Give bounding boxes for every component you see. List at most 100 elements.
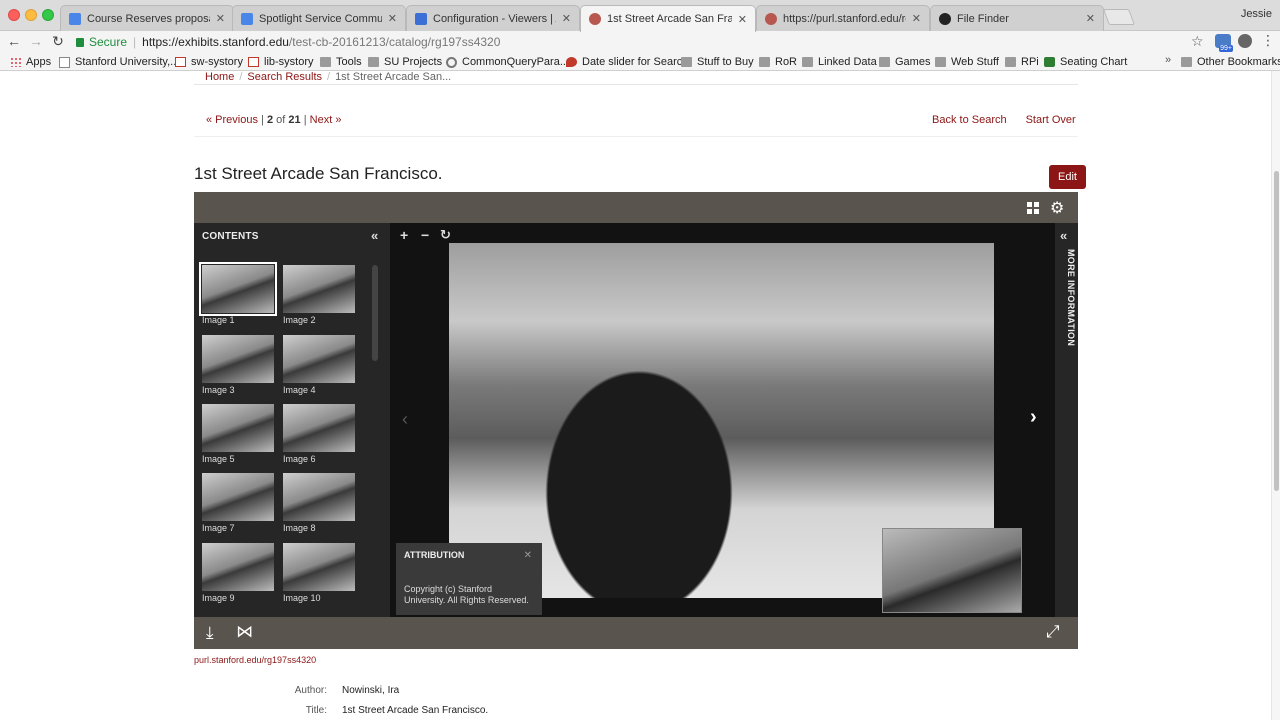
github-icon [939,12,951,25]
grid-view-icon[interactable] [1027,202,1039,214]
maximize-window-button[interactable] [42,9,54,21]
zoom-in-icon[interactable]: + [400,227,408,243]
thumbnail-label: Image 4 [283,385,316,395]
bookmarks-overflow-button[interactable]: » [1165,54,1171,66]
tab-close-icon[interactable]: ✕ [388,12,397,25]
browser-tab[interactable]: Course Reserves proposal - G ✕ [60,5,234,31]
bookmark-apps[interactable]: Apps [10,54,51,70]
back-to-search-link[interactable]: Back to Search [932,114,1007,126]
bookmark-label: lib-systory [264,56,314,68]
tab-close-icon[interactable]: ✕ [912,12,921,25]
sheet-icon [1044,57,1055,67]
breadcrumb: Home / Search Results / 1st Street Arcade Sa… [205,71,451,83]
contents-title: CONTENTS [202,231,259,242]
tab-close-icon[interactable]: ✕ [1086,12,1095,25]
bookmark-label: RoR [775,56,798,68]
contents-panel: CONTENTS « Image 1 Image 2 Image 3 Image… [194,223,390,617]
zoom-out-icon[interactable]: − [421,227,429,243]
browser-tab[interactable]: https://purl.stanford.edu/rg19 ✕ [756,5,930,31]
start-over-link[interactable]: Start Over [1026,114,1076,126]
other-bookmarks[interactable]: Other Bookmarks [1181,54,1280,70]
metadata-value: 1st Street Arcade San Francisco. [342,705,489,716]
purl-link[interactable]: purl.stanford.edu/rg197ss4320 [194,655,316,665]
close-icon[interactable]: ✕ [524,550,532,561]
fullscreen-icon[interactable]: ⤢ [1046,622,1060,642]
browser-tab[interactable]: File Finder ✕ [930,5,1104,31]
next-image-icon[interactable]: › [1030,406,1037,429]
browser-tab[interactable]: Spotlight Service Community ✕ [232,5,406,31]
image-canvas[interactable]: + − ↻ ‹ › ATTRIBUTION ✕ Copyright (c) St… [390,223,1055,617]
thumbnail-item[interactable]: Image 5 [202,404,274,464]
edit-button[interactable]: Edit [1049,165,1086,189]
reload-icon[interactable]: ↻ [49,32,67,50]
expand-left-icon[interactable]: « [1060,228,1067,243]
bookmark-item[interactable]: sw-systory [175,54,243,70]
thumbnail-item[interactable]: Image 4 [283,335,355,395]
share-icon[interactable]: ⋈ [236,622,253,642]
more-information-label[interactable]: MORE INFORMATION [1056,249,1076,346]
bookmark-folder[interactable]: Web Stuff [935,54,999,70]
bookmark-folder[interactable]: Stuff to Buy [681,54,754,70]
breadcrumb-home-link[interactable]: Home [205,71,234,83]
profile-button[interactable]: Jessie [1241,8,1272,20]
tab-label: 1st Street Arcade San Francisc [607,13,732,25]
tab-close-icon[interactable]: ✕ [216,12,225,25]
previous-image-icon[interactable]: ‹ [402,409,408,430]
bookmark-star-icon[interactable]: ☆ [1191,33,1204,50]
bookmark-item[interactable]: Seating Chart [1044,54,1127,70]
gear-icon[interactable]: ⚙ [1050,198,1064,218]
collapse-left-icon[interactable]: « [371,228,378,243]
bookmark-item[interactable]: lib-systory [248,54,314,70]
thumbnail-label: Image 2 [283,315,316,325]
bookmark-folder[interactable]: RPi [1005,54,1039,70]
breadcrumb-search-results-link[interactable]: Search Results [247,71,322,83]
thumbnail-item[interactable]: Image 1 [199,262,277,325]
contents-scrollbar[interactable] [372,265,378,361]
extension-badge: 99+ [1219,45,1233,52]
previous-link[interactable]: « Previous [206,114,258,126]
thumbnail-item[interactable]: Image 2 [283,265,355,325]
thumbnail-item[interactable]: Image 8 [283,473,355,533]
close-window-button[interactable] [8,9,20,21]
thumbnail-item[interactable]: Image 3 [202,335,274,395]
tab-close-icon[interactable]: ✕ [738,13,747,26]
bookmark-folder[interactable]: RoR [759,54,797,70]
thumbnail-image [202,543,274,591]
bookmark-item[interactable]: Date slider for Searc... [566,54,691,70]
download-icon[interactable]: ⤓ [206,623,214,643]
thumbnail-item[interactable]: Image 6 [283,404,355,464]
bookmark-item[interactable]: CommonQueryPara... [446,54,569,70]
address-bar[interactable]: Secure | https://exhibits.stanford.edu/t… [70,32,1210,51]
bookmark-folder[interactable]: Games [879,54,930,70]
bookmark-folder[interactable]: SU Projects [368,54,442,70]
viewer-bottom-bar: ⤓ ⋈ ⤢ [194,617,1078,649]
scrollbar-thumb[interactable] [1274,171,1279,491]
next-link[interactable]: Next » [310,114,342,126]
thumbnail-item[interactable]: Image 10 [283,543,355,603]
new-tab-button[interactable] [1103,9,1135,25]
navigator-minimap[interactable] [882,528,1022,613]
thumbnail-label: Image 5 [202,454,235,464]
back-arrow-icon[interactable]: ← [5,32,23,50]
page-scrollbar[interactable] [1271,71,1280,720]
more-information-panel[interactable]: « MORE INFORMATION [1055,223,1078,617]
bookmark-folder[interactable]: Tools [320,54,362,70]
bookmark-label: Linked Data [818,56,877,68]
tab-close-icon[interactable]: ✕ [562,12,571,25]
wordpress-icon[interactable] [1238,34,1252,48]
browser-tab-active[interactable]: 1st Street Arcade San Francisc ✕ [580,5,756,32]
menu-icon[interactable]: ⋮ [1261,32,1275,49]
bookmark-item[interactable]: Stanford University,... [59,54,179,70]
folder-icon [1181,57,1192,67]
bookmark-folder[interactable]: Linked Data [802,54,877,70]
extension-icon[interactable]: 99+ [1215,34,1233,52]
forward-arrow-icon[interactable]: → [27,32,45,50]
thumbnail-item[interactable]: Image 9 [202,543,274,603]
thumbnail-item[interactable]: Image 7 [202,473,274,533]
minimize-window-button[interactable] [25,9,37,21]
rotate-icon[interactable]: ↻ [440,227,451,243]
tab-label: Course Reserves proposal - G [87,12,210,25]
tab-label: Spotlight Service Community [259,12,382,25]
pager-total: 21 [288,114,301,126]
browser-tab[interactable]: Configuration - Viewers | An e ✕ [406,5,580,31]
